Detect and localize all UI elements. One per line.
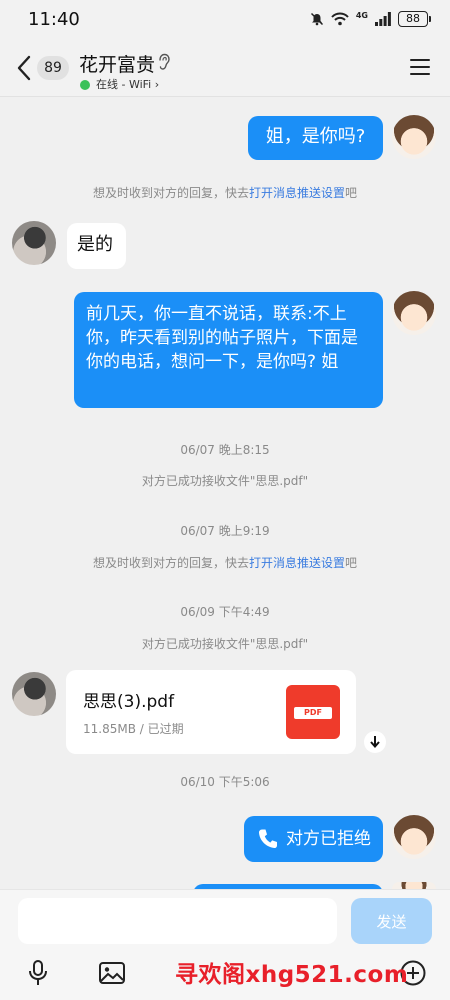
my-avatar[interactable] bbox=[392, 291, 436, 335]
status-icons: 4G 88 bbox=[310, 10, 431, 27]
chevron-right-icon: › bbox=[154, 78, 160, 91]
system-notice: 想及时收到对方的回复，快去打开消息推送设置吧 bbox=[0, 184, 450, 201]
online-status-text[interactable]: 在线 - WiFi › bbox=[96, 76, 159, 92]
file-meta: 11.85MB / 已过期 bbox=[83, 722, 184, 736]
chevron-left-icon bbox=[17, 55, 31, 81]
message-input[interactable] bbox=[18, 898, 337, 944]
message-bubble-sent[interactable]: 前几天，你一直不说话，联系:不上你，昨天看到别的帖子照片，下面是你的电话，想问一… bbox=[74, 292, 383, 408]
file-received-notice: 对方已成功接收文件"思思.pdf" bbox=[141, 637, 309, 651]
chat-header: 89 花开富贵 bbox=[0, 40, 450, 97]
call-message-bubble[interactable]: 对方已拒绝 bbox=[244, 816, 383, 862]
download-button[interactable] bbox=[364, 731, 386, 753]
pdf-file-icon: PDF bbox=[286, 685, 340, 739]
signal-icon bbox=[375, 12, 391, 26]
timestamp: 06/10 下午5:06 bbox=[180, 775, 270, 789]
notice-suffix: 吧 bbox=[345, 186, 358, 200]
system-notice: 想及时收到对方的回复，快去打开消息推送设置吧 bbox=[0, 554, 450, 571]
microphone-icon[interactable] bbox=[25, 960, 51, 986]
file-name: 思思(3).pdf bbox=[83, 692, 175, 712]
status-bar: 11:40 4G 88 bbox=[0, 0, 450, 40]
message-text: 是的 bbox=[77, 234, 113, 255]
timestamp: 06/07 晚上9:19 bbox=[180, 524, 270, 538]
menu-icon[interactable] bbox=[410, 59, 430, 75]
notice-prefix: 想及时收到对方的回复，快去 bbox=[92, 186, 249, 200]
mute-icon bbox=[310, 12, 324, 26]
image-icon[interactable] bbox=[99, 960, 125, 986]
pdf-label: PDF bbox=[294, 707, 332, 719]
notice-suffix: 吧 bbox=[345, 556, 358, 570]
back-button[interactable] bbox=[10, 52, 38, 84]
battery-icon: 88 bbox=[398, 11, 431, 27]
timestamp: 06/09 下午4:49 bbox=[180, 605, 270, 619]
notice-prefix: 想及时收到对方的回复，快去 bbox=[92, 556, 249, 570]
download-icon bbox=[370, 736, 380, 749]
wifi-icon bbox=[331, 12, 349, 26]
push-settings-link[interactable]: 打开消息推送设置 bbox=[249, 186, 345, 200]
network-type: 4G bbox=[355, 10, 368, 20]
my-avatar[interactable] bbox=[392, 882, 436, 889]
message-bubble-sent[interactable]: 姐，是你吗? bbox=[248, 116, 383, 160]
contact-name[interactable]: 花开富贵 bbox=[79, 50, 155, 77]
message-text: 姐，是你吗? bbox=[265, 126, 366, 147]
timestamp: 06/07 晚上8:15 bbox=[180, 443, 270, 457]
contact-avatar[interactable] bbox=[12, 672, 56, 716]
message-text: 前几天，你一直不说话，联系:不上你，昨天看到别的帖子照片，下面是你的电话，想问一… bbox=[86, 304, 358, 372]
unread-badge[interactable]: 89 bbox=[37, 56, 69, 80]
online-status-dot bbox=[80, 80, 90, 90]
watermark-text: 寻欢阁xhg521.com bbox=[175, 962, 409, 988]
push-settings-link[interactable]: 打开消息推送设置 bbox=[249, 556, 345, 570]
my-avatar[interactable] bbox=[392, 115, 436, 159]
status-time: 11:40 bbox=[28, 9, 80, 30]
send-button[interactable]: 发送 bbox=[351, 898, 432, 944]
message-bubble-received[interactable]: 是的 bbox=[67, 223, 126, 269]
call-status-text: 对方已拒绝 bbox=[286, 829, 371, 849]
file-received-notice: 对方已成功接收文件"思思.pdf" bbox=[141, 474, 309, 488]
online-status-label: 在线 - WiFi bbox=[96, 78, 152, 91]
contact-avatar[interactable] bbox=[12, 221, 56, 265]
file-message-card[interactable]: 思思(3).pdf 11.85MB / 已过期 PDF bbox=[66, 670, 356, 754]
my-avatar[interactable] bbox=[392, 815, 436, 859]
ear-icon[interactable] bbox=[157, 53, 171, 75]
phone-icon bbox=[258, 829, 277, 849]
